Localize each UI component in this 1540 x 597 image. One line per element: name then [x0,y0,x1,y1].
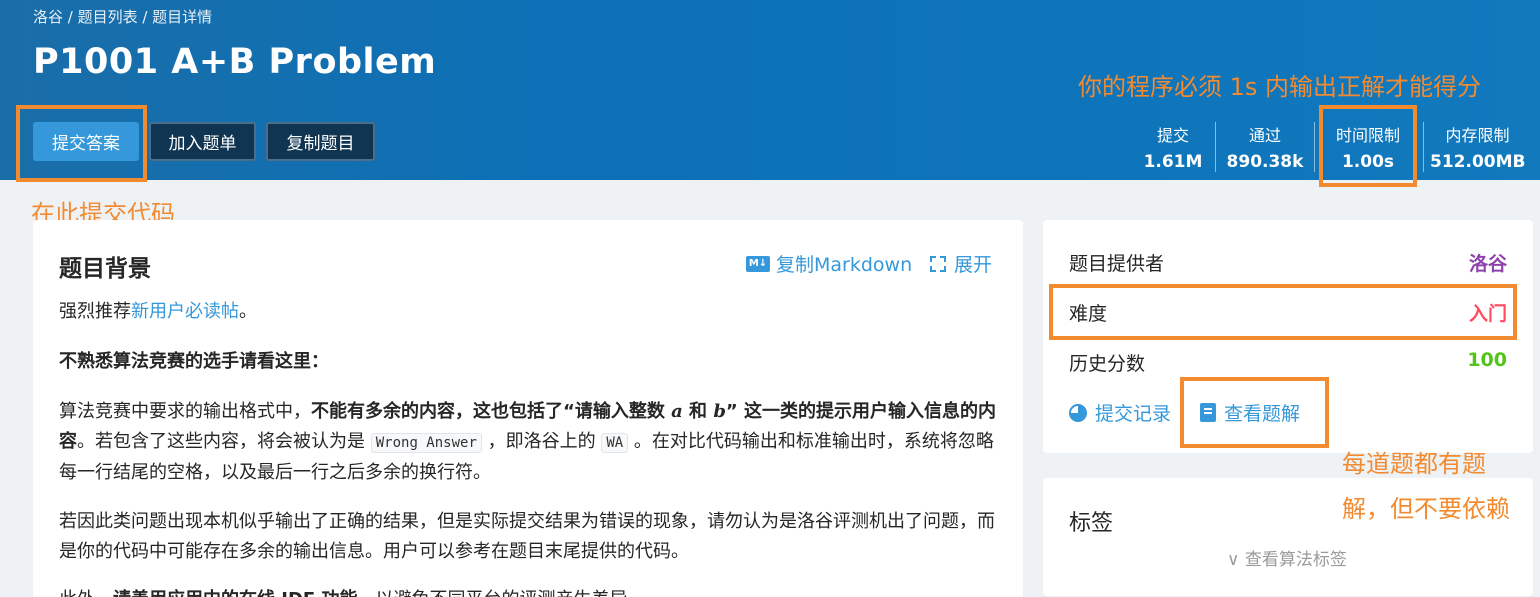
stat-divider [1314,122,1315,172]
expand-link[interactable]: 展开 [930,250,992,277]
submission-records-label: 提交记录 [1095,403,1172,425]
annotation-box-submit [16,105,147,182]
inline-code: WA [601,433,629,453]
new-user-guide-link[interactable]: 新用户必读帖 [131,301,239,322]
breadcrumb[interactable]: 洛谷 / 题目列表 / 题目详情 [33,6,212,27]
score-row: 历史分数 100 [1069,349,1507,376]
math-var: b [713,401,726,422]
paragraph-heading: 不熟悉算法竞赛的选手请看这里： [59,351,329,372]
annotation-solution-note-line1: 每道题都有题 [1342,450,1486,478]
math-var: a [671,401,683,422]
stat-divider [1423,122,1424,172]
text: 算法竞赛中要求的输出格式中， [59,401,311,422]
provider-label: 题目提供者 [1069,253,1165,275]
add-to-list-button[interactable]: 加入题单 [149,122,256,161]
pie-chart-icon [1069,403,1087,422]
text: ，这也包括了“请输入整数 [455,401,672,422]
text: 和 [682,401,714,422]
page-title: P1001 A+B Problem [33,42,437,82]
stat-value: 512.00MB [1430,152,1526,172]
paragraph-recommend: 强烈推荐新用户必读帖。 [59,297,999,327]
stat-label: 内存限制 [1445,126,1510,145]
section-title: 题目背景 [59,256,151,282]
copy-markdown-link[interactable]: M↓ 复制Markdown [746,250,912,277]
stat-value: 1.61M [1143,152,1203,172]
stat-value: 890.38k [1226,152,1304,172]
provider-value[interactable]: 洛谷 [1469,249,1507,276]
stat-accepted: 通过 890.38k [1224,122,1306,172]
annotation-time-limit-note: 你的程序必须 1s 内输出正解才能得分 [1078,73,1482,101]
stat-label: 提交 [1156,126,1189,145]
text: ，以避免不同平台的评测产生差异。 [357,589,645,597]
paragraph-output-format: 算法竞赛中要求的输出格式中，不能有多余的内容，这也包括了“请输入整数 a 和 b… [59,397,999,488]
expand-icon [930,255,946,272]
problem-header: 洛谷 / 题目列表 / 题目详情 P1001 A+B Problem 提交答案 … [0,0,1540,180]
expand-label: 展开 [954,254,993,276]
text: 强烈推荐 [59,301,131,322]
stat-label: 通过 [1248,126,1281,145]
stat-submissions: 提交 1.61M [1140,122,1206,172]
paragraph-judge-note: 若因此类问题出现本机似乎输出了正确的结果，但是实际提交结果为错误的现象，请勿认为… [59,511,995,562]
tags-title: 标签 [1069,511,1114,536]
paragraph-ide: 此外，请善用应用中的在线 IDE 功能，以避免不同平台的评测产生差异。 [59,585,999,597]
copy-markdown-label: 复制Markdown [776,254,913,276]
text: 不能有多余的内容 [311,401,455,422]
copy-problem-button[interactable]: 复制题目 [266,122,375,161]
text: 。若包含了这些内容，将会被认为是 [77,431,371,452]
text: 此外， [59,589,113,597]
score-label: 历史分数 [1069,353,1146,375]
markdown-icon: M↓ [746,255,770,272]
annotation-box-difficulty [1049,284,1517,340]
show-algorithm-tags-link[interactable]: ∨ 查看算法标签 [1227,545,1347,570]
score-value: 100 [1467,349,1507,371]
annotation-box-time-limit [1319,105,1417,187]
stat-divider [1215,122,1216,172]
stat-memory-limit: 内存限制 512.00MB [1430,122,1525,172]
text: 请善用应用中的在线 IDE 功能 [113,589,357,597]
submission-records-link[interactable]: 提交记录 [1069,399,1171,426]
text: 。 [239,301,257,322]
text: ，即洛谷上的 [481,431,602,452]
annotation-box-solutions [1180,377,1329,448]
problem-content-card: 题目背景 M↓ 复制Markdown 展开 强烈推荐新用户必读帖。 不熟悉算法竞… [33,220,1023,597]
provider-row: 题目提供者 洛谷 [1069,249,1507,276]
annotation-solution-note-line2: 解，但不要依赖 [1342,495,1510,523]
inline-code: Wrong Answer [370,433,482,453]
